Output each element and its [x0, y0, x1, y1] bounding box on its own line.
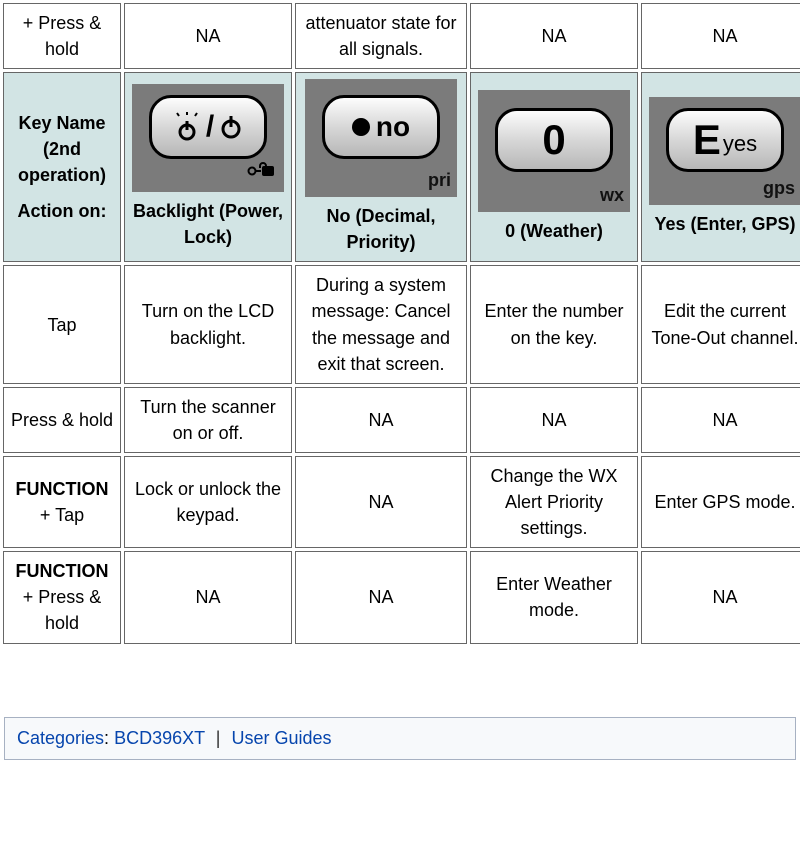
function-prefix: FUNCTION	[16, 479, 109, 499]
cell: Turn on the LCD backlight.	[124, 265, 292, 383]
key-main-text: 0	[542, 119, 565, 161]
label-suffix: + Tap	[40, 505, 84, 525]
action-on-text: Action on:	[8, 198, 116, 224]
categories-link[interactable]: Categories	[17, 728, 104, 748]
key-caption: No (Decimal, Priority)	[300, 203, 462, 255]
separator: |	[216, 728, 221, 748]
key-caption: Backlight (Power, Lock)	[129, 198, 287, 250]
key-zero-header: 0 wx 0 (Weather)	[470, 72, 638, 262]
cell: Turn the scanner on or off.	[124, 387, 292, 453]
cell: NA	[641, 3, 800, 69]
cell: NA	[641, 551, 800, 643]
action-label: + Press & hold	[3, 3, 121, 69]
cell: Enter Weather mode.	[470, 551, 638, 643]
key-main-text: yes	[723, 133, 757, 155]
cell: NA	[124, 551, 292, 643]
table-row: + Press & hold NA attenuator state for a…	[3, 3, 800, 69]
zero-key-icon: 0 wx	[478, 90, 630, 212]
action-label: Tap	[3, 265, 121, 383]
key-backlight-header: /	[124, 72, 292, 262]
cell: Edit the current Tone-Out channel.	[641, 265, 800, 383]
cell: Enter GPS mode.	[641, 456, 800, 548]
label-suffix: + Press & hold	[23, 587, 102, 633]
categories-box: Categories: BCD396XT | User Guides	[4, 717, 796, 760]
key-eyes-header: Eyes gps Yes (Enter, GPS)	[641, 72, 800, 262]
cell: NA	[641, 387, 800, 453]
key-caption: 0 (Weather)	[505, 218, 603, 244]
key-no-header: no pri No (Decimal, Priority)	[295, 72, 467, 262]
cell: NA	[295, 387, 467, 453]
no-key-icon: no pri	[305, 79, 457, 197]
cell: Change the WX Alert Priority settings.	[470, 456, 638, 548]
cell: NA	[295, 456, 467, 548]
keyname-header: Key Name (2nd operation) Action on:	[3, 72, 121, 262]
category-link[interactable]: BCD396XT	[114, 728, 205, 748]
key-sub-text: wx	[600, 182, 624, 208]
dot-icon	[352, 118, 370, 136]
table-row: Press & hold Turn the scanner on or off.…	[3, 387, 800, 453]
cell: NA	[124, 3, 292, 69]
header-text: Key Name (2nd operation)	[8, 110, 116, 188]
table-row: Tap Turn on the LCD backlight. During a …	[3, 265, 800, 383]
action-label: FUNCTION + Tap	[3, 456, 121, 548]
cell: Lock or unlock the keypad.	[124, 456, 292, 548]
action-label: FUNCTION + Press & hold	[3, 551, 121, 643]
table-row: FUNCTION + Press & hold NA NA Enter Weat…	[3, 551, 800, 643]
lock-icon	[246, 160, 276, 186]
key-header-row: Key Name (2nd operation) Action on:	[3, 72, 800, 262]
cell: NA	[470, 387, 638, 453]
cell: Enter the number on the key.	[470, 265, 638, 383]
key-main-text: no	[376, 113, 410, 141]
function-prefix: FUNCTION	[16, 561, 109, 581]
key-sub-text: pri	[428, 167, 451, 193]
colon: :	[104, 728, 114, 748]
action-label: Press & hold	[3, 387, 121, 453]
key-caption: Yes (Enter, GPS)	[654, 211, 795, 237]
category-link[interactable]: User Guides	[232, 728, 332, 748]
cell: During a system message: Cancel the mess…	[295, 265, 467, 383]
cell: attenuator state for all signals.	[295, 3, 467, 69]
backlight-key-icon: /	[132, 84, 284, 192]
key-operations-table: + Press & hold NA attenuator state for a…	[0, 0, 800, 647]
cell: NA	[295, 551, 467, 643]
table-row: FUNCTION + Tap Lock or unlock the keypad…	[3, 456, 800, 548]
key-sub-text: gps	[763, 175, 795, 201]
eyes-key-icon: Eyes gps	[649, 97, 800, 205]
cell: NA	[470, 3, 638, 69]
